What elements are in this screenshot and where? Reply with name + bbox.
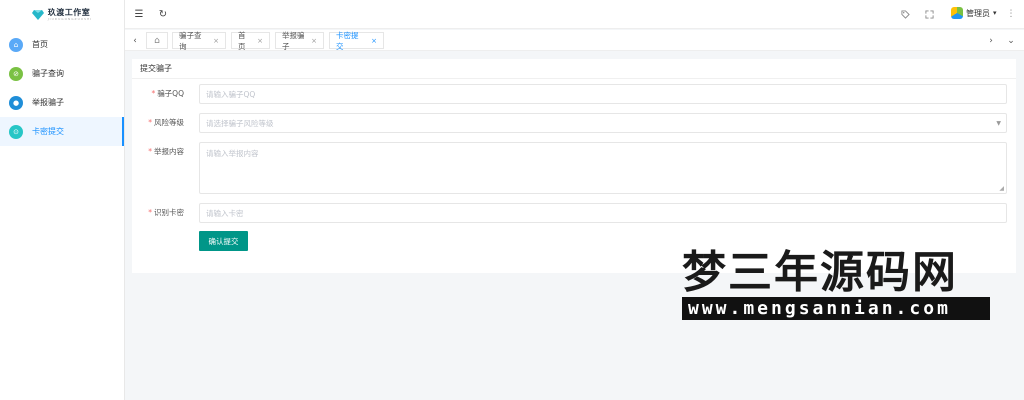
chevron-down-icon: ▼ <box>996 120 1001 127</box>
card-icon: ⊙ <box>9 124 23 139</box>
sidebar-item-2[interactable]: ● 举报骗子 <box>0 88 124 117</box>
tab-0[interactable]: 骗子查询 × <box>172 30 226 51</box>
tab-2[interactable]: 举报骗子 × <box>275 30 324 51</box>
menu-toggle-icon[interactable]: ☰ <box>133 8 145 20</box>
card-key-label: * 识别卡密 <box>148 208 184 217</box>
report-icon: ● <box>9 95 23 110</box>
logo-subtitle: JIUDUGONGZUOSHI <box>47 17 93 21</box>
resize-handle-icon[interactable]: ◢ <box>999 185 1004 192</box>
tab-label: 骗子查询 <box>179 30 202 51</box>
diamond-logo-icon <box>31 10 44 20</box>
refresh-icon[interactable]: ↻ <box>157 8 169 20</box>
chevron-down-icon: ▾ <box>993 9 997 17</box>
sidebar-item-label: 举报骗子 <box>32 98 64 107</box>
qq-row: * 骗子QQ <box>132 84 192 104</box>
more-vertical-icon[interactable]: ⋮ <box>1005 8 1017 20</box>
risk-row: * 风险等级 <box>132 113 192 133</box>
user-menu[interactable]: 管理员 ▾ <box>951 7 997 19</box>
sidebar-item-3[interactable]: ⊙ 卡密提交 <box>0 117 124 146</box>
top-header: ☰ ↻ 管理员 ▾ ⋮ <box>125 0 1024 29</box>
risk-select[interactable]: 请选择骗子风险等级 ▼ <box>199 113 1007 133</box>
content-label: * 举报内容 <box>148 147 184 156</box>
close-icon[interactable]: × <box>311 37 317 45</box>
sidebar-item-0[interactable]: ⌂ 首页 <box>0 30 124 59</box>
tab-3[interactable]: 卡密提交 × <box>329 30 384 51</box>
sidebar-item-label: 骗子查询 <box>32 69 64 78</box>
sidebar: 玖渡工作室 JIUDUGONGZUOSHI ⌂ 首页 ⊘ 骗子查询 ● 举报骗子 ⊙ 卡密提交 <box>0 0 125 400</box>
form-card: 提交骗子 * 骗子QQ 请输入骗子QQ * 风险等级 请选择骗子风险等级 ▼ * 举报… <box>132 59 1016 273</box>
risk-label: * 风险等级 <box>148 118 184 127</box>
content-row: * 举报内容 <box>132 142 192 162</box>
chevron-left-icon[interactable]: ‹ <box>127 33 143 49</box>
search-icon: ⊘ <box>9 66 23 81</box>
tag-icon[interactable] <box>899 8 911 20</box>
qq-input[interactable]: 请输入骗子QQ <box>199 84 1007 104</box>
watermark-title: 梦三年源码网 <box>682 247 958 298</box>
chevron-down-icon[interactable]: ⌄ <box>1003 33 1019 49</box>
tab-label: 卡密提交 <box>336 30 359 51</box>
user-name: 管理员 <box>966 8 990 18</box>
tabs-bar: ‹ ⌂ 骗子查询 × 首页 × 举报骗子 × 卡密提交 × › ⌄ <box>125 30 1024 51</box>
close-icon[interactable]: × <box>257 37 263 45</box>
close-icon[interactable]: × <box>371 37 377 45</box>
content-textarea[interactable]: 请输入举报内容 ◢ <box>199 142 1007 194</box>
card-key-row: * 识别卡密 <box>132 203 192 223</box>
tab-1[interactable]: 首页 × <box>231 30 270 51</box>
sidebar-item-label: 首页 <box>32 40 48 49</box>
logo[interactable]: 玖渡工作室 JIUDUGONGZUOSHI <box>0 0 124 30</box>
watermark-url: www.mengsannian.com <box>682 297 990 320</box>
watermark: 梦三年源码网 www.mengsannian.com <box>682 251 990 320</box>
home-icon: ⌂ <box>9 37 23 52</box>
sidebar-item-1[interactable]: ⊘ 骗子查询 <box>0 59 124 88</box>
qq-label: * 骗子QQ <box>151 89 184 98</box>
chevron-right-icon[interactable]: › <box>983 33 999 49</box>
sidebar-item-label: 卡密提交 <box>32 127 64 136</box>
card-title: 提交骗子 <box>132 59 1016 79</box>
card-key-input[interactable]: 请输入卡密 <box>199 203 1007 223</box>
fullscreen-icon[interactable] <box>923 8 935 20</box>
tab-label: 举报骗子 <box>282 30 305 51</box>
home-tab-icon[interactable]: ⌂ <box>146 32 168 49</box>
tab-label: 首页 <box>238 30 246 51</box>
submit-button[interactable]: 确认提交 <box>199 231 248 251</box>
avatar <box>951 7 963 19</box>
logo-title: 玖渡工作室 <box>47 8 91 17</box>
close-icon[interactable]: × <box>213 37 219 45</box>
